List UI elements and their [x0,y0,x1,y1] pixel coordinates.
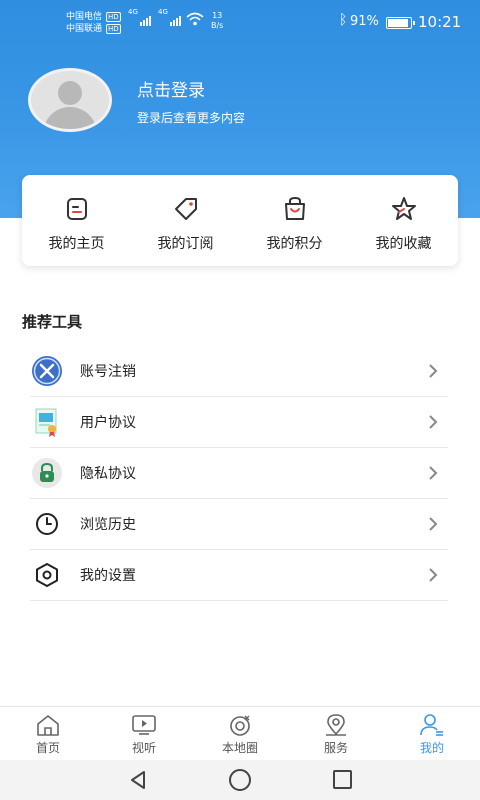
carrier-2: 中国联通 [66,24,103,34]
wifi-icon [186,12,204,26]
tool-item-user-agreement[interactable]: 用户协议 [30,397,448,448]
system-navigation-bar [0,760,480,800]
quick-link-subscription[interactable]: 我的订阅 [131,175,240,266]
tag-icon [174,198,197,220]
chevron-right-icon [429,364,438,378]
recent-apps-icon[interactable] [333,770,352,789]
carrier-info: 中国电信 HD 中国联通 HD [66,11,121,35]
quick-link-homepage[interactable]: 我的主页 [22,175,131,266]
signal-icon: 4G [158,8,181,26]
quick-link-favorites[interactable]: 我的收藏 [349,175,458,266]
hexagon-settings-icon [36,563,58,587]
chevron-right-icon [429,517,438,531]
tab-local[interactable]: 本地圈 [192,707,288,760]
clock-icon [36,513,58,535]
homepage-card-icon [66,198,87,220]
hd-badge: HD [106,12,121,22]
signal-icon: 4G [128,8,151,26]
tv-icon [132,715,156,735]
quick-link-points[interactable]: 我的积分 [240,175,349,266]
chevron-right-icon [429,466,438,480]
map-pin-icon [326,714,346,736]
user-icon [420,714,443,736]
tool-item-browsing-history[interactable]: 浏览历史 [30,499,448,550]
star-icon [391,197,416,220]
tool-item-settings[interactable]: 我的设置 [30,550,448,601]
home-button-icon[interactable] [229,769,251,791]
network-speed: 13 B/s [211,11,224,30]
chevron-right-icon [429,415,438,429]
carrier-1: 中国电信 [66,12,103,22]
avatar[interactable] [28,68,112,132]
login-link[interactable]: 点击登录 [137,76,205,101]
tab-services[interactable]: 服务 [288,707,384,760]
shopping-bag-icon [284,196,305,220]
home-icon [37,715,59,736]
tab-home[interactable]: 首页 [0,707,96,760]
status-bar: 中国电信 HD 中国联通 HD 4G 4G 13 B/s ᛒ 91% 10:21 [0,0,480,44]
hd-badge: HD [106,24,121,34]
tool-item-privacy-agreement[interactable]: 隐私协议 [30,448,448,499]
bluetooth-icon: ᛒ [339,12,348,28]
tool-item-account-deletion[interactable]: 账号注销 [30,346,448,397]
login-subtitle: 登录后查看更多内容 [137,111,246,125]
battery-icon [386,17,415,29]
chevron-right-icon [429,568,438,582]
lock-icon [32,458,62,488]
section-title-tools: 推荐工具 [22,313,83,331]
status-time: 10:21 [418,13,462,31]
battery-percent: 91% [350,14,379,29]
quick-links-card: 我的主页 我的订阅 我的积分 我的收藏 [22,175,458,266]
tool-list: 账号注销 用户协议 隐私协议 浏览历史 我的设置 [30,346,448,601]
close-circle-icon [32,356,62,386]
battery-fill [388,19,408,27]
bottom-tab-bar: 首页 视听 本地圈 服务 我的 [0,706,480,760]
tab-video[interactable]: 视听 [96,707,192,760]
tab-mine[interactable]: 我的 [384,707,480,760]
document-certificate-icon [35,408,57,437]
back-icon[interactable] [128,770,148,790]
local-circle-icon [230,715,250,736]
